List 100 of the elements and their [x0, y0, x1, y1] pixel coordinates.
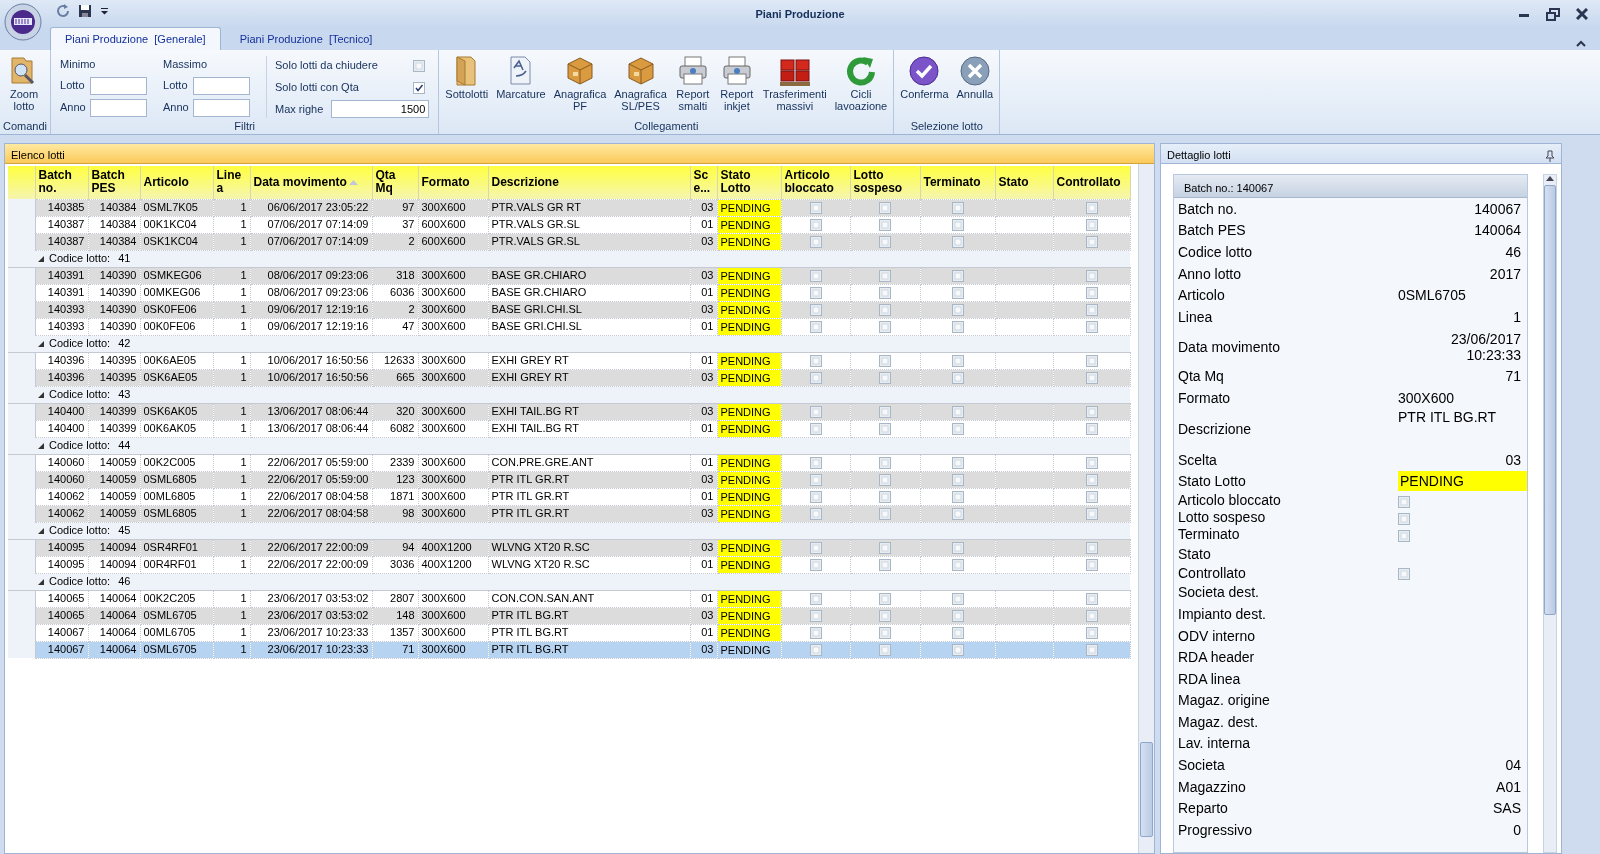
- checkbox[interactable]: [1085, 270, 1098, 283]
- checkbox[interactable]: [809, 542, 822, 555]
- scrollbar[interactable]: [1543, 174, 1557, 853]
- checkbox[interactable]: [879, 610, 891, 623]
- column-header[interactable]: Lotto sospeso: [850, 166, 920, 199]
- refresh-icon[interactable]: [56, 4, 70, 18]
- checkbox[interactable]: [1085, 372, 1098, 385]
- ribbon-button[interactable]: Report inkjet: [715, 52, 758, 114]
- scrollbar[interactable]: [1138, 164, 1154, 853]
- table-row[interactable]: 140062 140059 0SML6805 1 22/06/2017 08:04:58 98 300X600 PTR ITL GR.RT 03 PENDING: [8, 505, 1130, 522]
- input-field[interactable]: [193, 76, 251, 95]
- checkbox[interactable]: [1085, 304, 1098, 317]
- ribbon-button[interactable]: Anagrafica SL/PES: [611, 52, 670, 114]
- checkbox[interactable]: [879, 474, 891, 487]
- column-header[interactable]: Controllato: [1053, 166, 1130, 199]
- checkbox[interactable]: [879, 559, 891, 572]
- checkbox[interactable]: [1085, 508, 1098, 521]
- checkbox[interactable]: [1085, 542, 1098, 555]
- checkbox[interactable]: [809, 644, 822, 657]
- checkbox[interactable]: [809, 627, 822, 640]
- input-field[interactable]: 1500: [331, 100, 430, 118]
- collapse-icon[interactable]: [37, 391, 45, 400]
- checkbox[interactable]: [879, 542, 891, 555]
- table-row[interactable]: 140060 140059 0SML6805 1 22/06/2017 05:59:00 123 300X600 PTR ITL GR.RT 03 PENDING: [8, 471, 1130, 488]
- checkbox[interactable]: [1398, 495, 1410, 508]
- checkbox[interactable]: [951, 559, 964, 572]
- collapse-icon[interactable]: [37, 578, 45, 587]
- checkbox[interactable]: [1085, 202, 1098, 215]
- checkbox[interactable]: [413, 59, 426, 72]
- checkbox[interactable]: [951, 593, 964, 606]
- checkbox[interactable]: [879, 304, 891, 317]
- table-row[interactable]: 140400 140399 00K6AK05 1 13/06/2017 08:06:44 6082 300X600 EXHI TAIL.BG RT 01 PENDING: [8, 420, 1130, 437]
- checkbox[interactable]: [1085, 627, 1098, 640]
- checkbox[interactable]: [879, 423, 891, 436]
- column-header[interactable]: Descrizione: [488, 166, 690, 199]
- table-row[interactable]: 140060 140059 00K2C005 1 22/06/2017 05:59:00 2339 300X600 CON.PRE.GRE.ANT 01 PENDING: [8, 454, 1130, 471]
- dropdown-icon[interactable]: [100, 7, 109, 15]
- checkbox[interactable]: [1085, 491, 1098, 504]
- checkbox[interactable]: [809, 304, 822, 317]
- checkbox[interactable]: [951, 610, 964, 623]
- checkbox[interactable]: [1085, 355, 1098, 368]
- collapse-icon[interactable]: [37, 255, 45, 264]
- checkbox[interactable]: [1398, 529, 1410, 542]
- checkbox[interactable]: [809, 236, 822, 249]
- checkbox[interactable]: [809, 559, 822, 572]
- checkbox[interactable]: [1085, 644, 1098, 657]
- checkbox[interactable]: [951, 423, 964, 436]
- input-field[interactable]: [90, 98, 148, 117]
- scroll-up-icon[interactable]: [1546, 175, 1554, 181]
- checkbox[interactable]: [879, 287, 891, 300]
- checkbox[interactable]: [879, 627, 891, 640]
- checkbox[interactable]: [951, 236, 964, 249]
- collapse-icon[interactable]: [37, 442, 45, 451]
- ribbon-tab[interactable]: Piani Produzione [Tecnico]: [224, 26, 388, 50]
- checkbox[interactable]: [809, 474, 822, 487]
- checkbox[interactable]: [951, 644, 964, 657]
- checkbox[interactable]: [879, 355, 891, 368]
- column-header[interactable]: Qta Mq: [372, 166, 418, 199]
- table-row[interactable]: 140391 140390 00MKEG06 1 08/06/2017 09:23:06 6036 300X600 BASE GR.CHIARO 01 PENDING: [8, 284, 1130, 301]
- checkbox[interactable]: [809, 610, 822, 623]
- ribbon-button[interactable]: Marcature: [493, 52, 549, 102]
- save-icon[interactable]: [78, 4, 92, 18]
- ribbon-button[interactable]: Report smalti: [671, 52, 714, 114]
- checkbox[interactable]: [809, 508, 822, 521]
- checkbox[interactable]: [951, 491, 964, 504]
- checkbox[interactable]: [809, 593, 822, 606]
- checkbox[interactable]: [951, 406, 964, 419]
- checkbox[interactable]: [951, 372, 964, 385]
- table-row[interactable]: 140391 140390 0SMKEG06 1 08/06/2017 09:23:06 318 300X600 BASE GR.CHIARO 03 PENDING: [8, 267, 1130, 284]
- column-header[interactable]: Line a: [213, 166, 250, 199]
- column-header[interactable]: Stato: [995, 166, 1053, 199]
- column-header[interactable]: Stato Lotto: [717, 166, 781, 199]
- collapse-ribbon-icon[interactable]: [1576, 40, 1586, 48]
- table-row[interactable]: 140385 140384 0SML7K05 1 06/06/2017 23:05:22 97 300X600 PTR.VALS GR RT 03 PENDING: [8, 199, 1130, 216]
- close-icon[interactable]: [1576, 8, 1588, 20]
- checkbox[interactable]: [1085, 236, 1098, 249]
- table-row[interactable]: 140396 140395 0SK6AE05 1 10/06/2017 16:50:56 665 300X600 EXHI GREY RT 03 PENDING: [8, 369, 1130, 386]
- column-header[interactable]: Sc e...: [690, 166, 717, 199]
- checkbox[interactable]: [809, 270, 822, 283]
- checkbox[interactable]: [951, 508, 964, 521]
- table-row[interactable]: 140067 140064 0SML6705 1 23/06/2017 10:23:33 71 300X600 PTR ITL BG.RT 03 PENDING: [8, 641, 1130, 658]
- checkbox[interactable]: [809, 287, 822, 300]
- checkbox[interactable]: [1085, 610, 1098, 623]
- checkbox[interactable]: [809, 355, 822, 368]
- table-row[interactable]: 140067 140064 00ML6705 1 23/06/2017 10:23:33 1357 300X600 PTR ITL BG.RT 01 PENDING: [8, 624, 1130, 641]
- checkbox[interactable]: [879, 270, 891, 283]
- checkbox[interactable]: [879, 457, 891, 470]
- ribbon-button[interactable]: Annulla: [953, 52, 997, 102]
- table-row[interactable]: 140396 140395 00K6AE05 1 10/06/2017 16:50:56 12633 300X600 EXHI GREY RT 01 PENDING: [8, 352, 1130, 369]
- checkbox[interactable]: [879, 508, 891, 521]
- checkbox[interactable]: [951, 304, 964, 317]
- checkbox[interactable]: [1085, 406, 1098, 419]
- checkbox[interactable]: [951, 457, 964, 470]
- column-header[interactable]: Data movimento: [250, 166, 372, 199]
- checkbox[interactable]: [809, 457, 822, 470]
- checkbox[interactable]: [951, 202, 964, 215]
- table-row[interactable]: 140065 140064 00K2C205 1 23/06/2017 03:53:02 2807 300X600 CON.CON.SAN.ANT 01 PENDING: [8, 590, 1130, 607]
- table-row[interactable]: 140400 140399 0SK6AK05 1 13/06/2017 08:06:44 320 300X600 EXHI TAIL.BG RT 03 PENDING: [8, 403, 1130, 420]
- checkbox[interactable]: [1085, 287, 1098, 300]
- table-row[interactable]: 140387 140384 00K1KC04 1 07/06/2017 07:14:09 37 600X600 PTR.VALS GR.SL 01 PENDING: [8, 216, 1130, 233]
